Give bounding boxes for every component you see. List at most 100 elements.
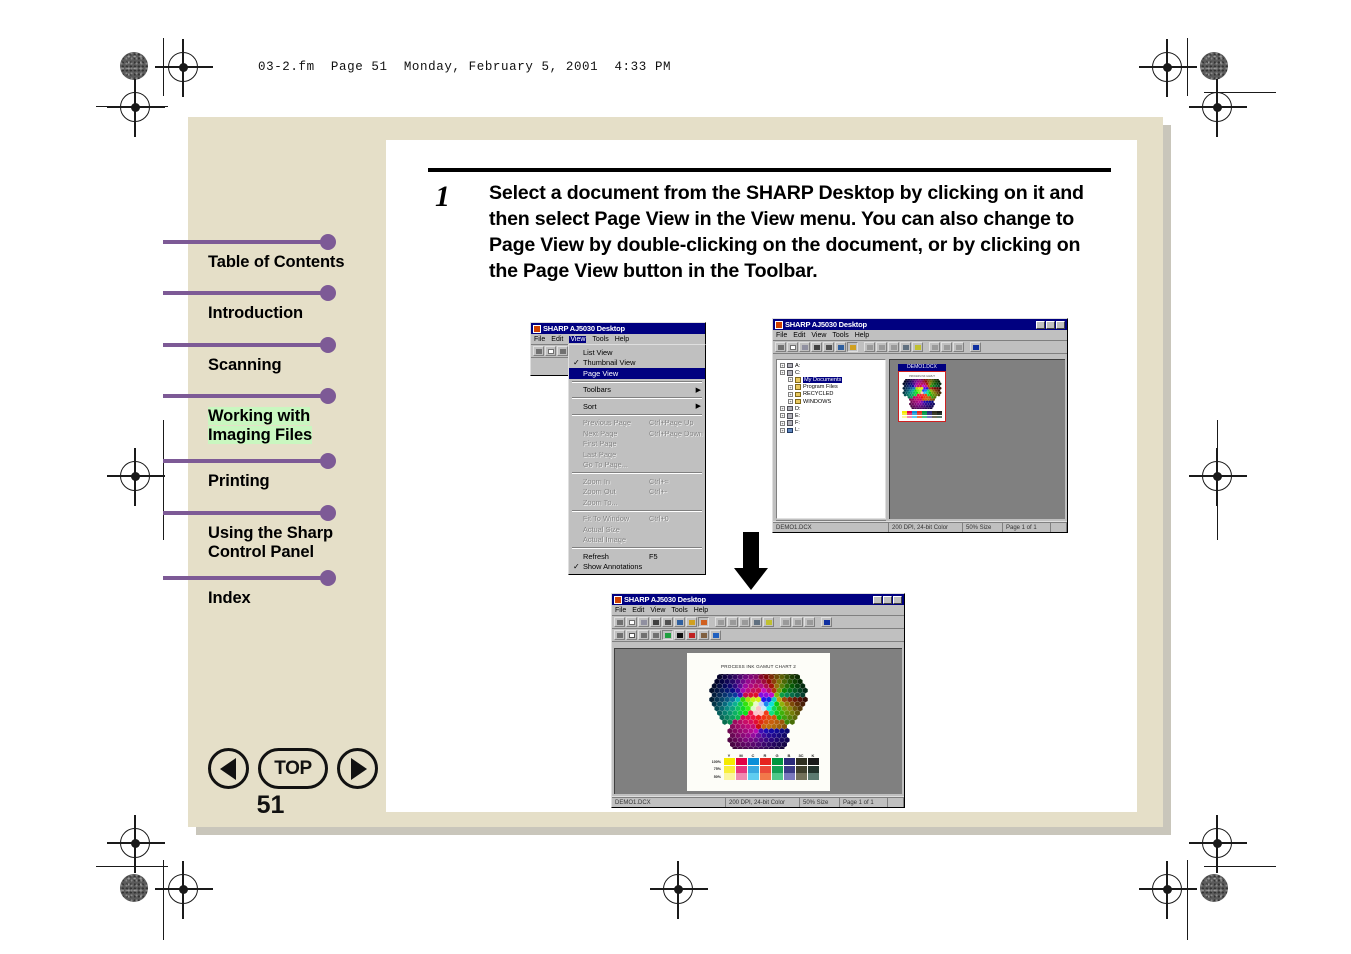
- sidebar-item-using-the-sharp-control-panel[interactable]: Using the Sharp Control Panel: [163, 504, 363, 563]
- toolbar-thumbnail-view-icon[interactable]: [835, 342, 846, 352]
- tree-item[interactable]: + WINDOWS: [778, 398, 884, 405]
- toolbar-help-icon[interactable]: [970, 342, 981, 352]
- tree-expand-icon[interactable]: +: [788, 391, 793, 397]
- menu-item-page-view[interactable]: Page View: [569, 368, 705, 379]
- sidebar-item-index[interactable]: Index: [163, 570, 363, 608]
- sidebar-item-scanning[interactable]: Scanning: [163, 336, 363, 375]
- tree-item[interactable]: + L:: [778, 427, 884, 434]
- document-workspace[interactable]: DEMO1.DCX PROCESS INK GAMUT: [889, 359, 1065, 519]
- annotation-color-icon[interactable]: [710, 630, 721, 640]
- toolbar-thumbnail-view-icon[interactable]: [674, 617, 685, 627]
- toolbar-zoom-out-icon[interactable]: [941, 342, 952, 352]
- menu-help[interactable]: Help: [694, 607, 708, 614]
- tree-expand-icon[interactable]: +: [780, 427, 785, 433]
- toolbar-annotation-icon[interactable]: [698, 617, 709, 627]
- menu-edit[interactable]: Edit: [632, 607, 644, 614]
- toolbar-zoom-out-icon[interactable]: [792, 617, 803, 627]
- toolbar-zoom-in-icon[interactable]: [780, 617, 791, 627]
- tree-item[interactable]: + D:: [778, 405, 884, 412]
- toolbar-open-icon[interactable]: [775, 342, 786, 352]
- tree-item[interactable]: + My Documents: [778, 376, 884, 383]
- maximize-button[interactable]: [883, 595, 892, 604]
- toolbar-print-icon[interactable]: [811, 342, 822, 352]
- sidebar-item-table-of-contents[interactable]: Table of Contents: [163, 234, 363, 272]
- sidebar-item-introduction[interactable]: Introduction: [163, 285, 363, 323]
- toolbar-copy-icon[interactable]: [876, 342, 887, 352]
- menu-tools[interactable]: Tools: [671, 607, 687, 614]
- menu-view[interactable]: View: [811, 332, 826, 339]
- tree-item[interactable]: + A:: [778, 362, 884, 369]
- status-resize-grip[interactable]: [888, 796, 904, 807]
- toolbar-cut-icon[interactable]: [864, 342, 875, 352]
- annotation-stamp-icon[interactable]: [698, 630, 709, 640]
- menu-file[interactable]: File: [534, 336, 545, 343]
- annotation-rect-icon[interactable]: [626, 630, 637, 640]
- toolbar-new-icon[interactable]: [626, 617, 637, 627]
- toolbar-list-view-icon[interactable]: [662, 617, 673, 627]
- minimize-button[interactable]: [873, 595, 882, 604]
- toolbar-open-icon[interactable]: [533, 346, 544, 356]
- document-thumbnail-item[interactable]: DEMO1.DCX PROCESS INK GAMUT: [898, 364, 946, 423]
- menu-help[interactable]: Help: [615, 336, 629, 343]
- toolbar-help-icon[interactable]: [821, 617, 832, 627]
- tree-expand-icon[interactable]: +: [788, 384, 793, 390]
- toolbar-save-icon[interactable]: [799, 342, 810, 352]
- toolbar-print-icon[interactable]: [650, 617, 661, 627]
- tree-expand-icon[interactable]: +: [780, 406, 785, 412]
- tree-item[interactable]: + Program Files: [778, 384, 884, 391]
- menu-item-thumbnail-view[interactable]: ✓ Thumbnail View: [569, 358, 705, 369]
- minimize-button[interactable]: [1036, 320, 1045, 329]
- menu-tools[interactable]: Tools: [592, 336, 608, 343]
- top-button[interactable]: TOP: [258, 748, 328, 789]
- tree-expand-icon[interactable]: +: [788, 377, 793, 383]
- toolbar-page-view-icon[interactable]: [847, 342, 858, 352]
- toolbar-list-view-icon[interactable]: [823, 342, 834, 352]
- tree-expand-icon[interactable]: +: [780, 413, 785, 419]
- maximize-button[interactable]: [1046, 320, 1055, 329]
- tree-item[interactable]: + F:: [778, 420, 884, 427]
- toolbar-print-icon[interactable]: [557, 346, 568, 356]
- menu-view[interactable]: View: [569, 335, 587, 343]
- tree-item[interactable]: + E:: [778, 412, 884, 419]
- toolbar-scan-icon[interactable]: [751, 617, 762, 627]
- previous-page-button[interactable]: [208, 748, 249, 789]
- toolbar-paste-icon[interactable]: [888, 342, 899, 352]
- menu-item-show-annotations[interactable]: ✓ Show Annotations: [569, 562, 705, 573]
- menu-file[interactable]: File: [776, 332, 787, 339]
- menu-item-sort[interactable]: Sort ▶: [569, 401, 705, 412]
- close-button[interactable]: [1056, 320, 1065, 329]
- toolbar-paste-icon[interactable]: [739, 617, 750, 627]
- tree-item[interactable]: + C:: [778, 369, 884, 376]
- tree-expand-icon[interactable]: +: [780, 420, 785, 426]
- toolbar-page-view-icon[interactable]: [686, 617, 697, 627]
- toolbar-cut-icon[interactable]: [715, 617, 726, 627]
- menu-item-refresh[interactable]: Refresh F5: [569, 551, 705, 562]
- toolbar-mail-icon[interactable]: [763, 617, 774, 627]
- toolbar-new-icon[interactable]: [545, 346, 556, 356]
- menu-item-list-view[interactable]: List View: [569, 347, 705, 358]
- tree-expand-icon[interactable]: +: [780, 363, 785, 369]
- tree-item[interactable]: + RECYCLED: [778, 391, 884, 398]
- sidebar-item-printing[interactable]: Printing: [163, 453, 363, 491]
- annotation-note-icon[interactable]: [686, 630, 697, 640]
- status-resize-grip[interactable]: [1051, 521, 1067, 532]
- folder-tree-pane[interactable]: + A: + C: + My Documents + Program Files + RECYCL…: [776, 359, 886, 519]
- annotation-highlight-icon[interactable]: [662, 630, 673, 640]
- toolbar-scan-icon[interactable]: [900, 342, 911, 352]
- close-button[interactable]: [893, 595, 902, 604]
- toolbar-fit-window-icon[interactable]: [804, 617, 815, 627]
- page-viewport[interactable]: PROCESS INK GAMUT CHART 2 Y M C R G B 3C K 100%…: [614, 648, 902, 794]
- toolbar-fit-window-icon[interactable]: [953, 342, 964, 352]
- menu-tools[interactable]: Tools: [832, 332, 848, 339]
- annotation-select-icon[interactable]: [614, 630, 625, 640]
- menu-file[interactable]: File: [615, 607, 626, 614]
- sidebar-item-working-with-imaging-files[interactable]: Working with Imaging Files: [163, 387, 363, 446]
- tree-expand-icon[interactable]: +: [788, 399, 793, 405]
- annotation-text-icon[interactable]: [674, 630, 685, 640]
- view-dropdown-menu[interactable]: List View ✓ Thumbnail View Page View Toolbar…: [568, 344, 706, 575]
- toolbar-save-icon[interactable]: [638, 617, 649, 627]
- annotation-freehand-icon[interactable]: [650, 630, 661, 640]
- tree-expand-icon[interactable]: +: [780, 370, 785, 376]
- toolbar-mail-icon[interactable]: [912, 342, 923, 352]
- toolbar-copy-icon[interactable]: [727, 617, 738, 627]
